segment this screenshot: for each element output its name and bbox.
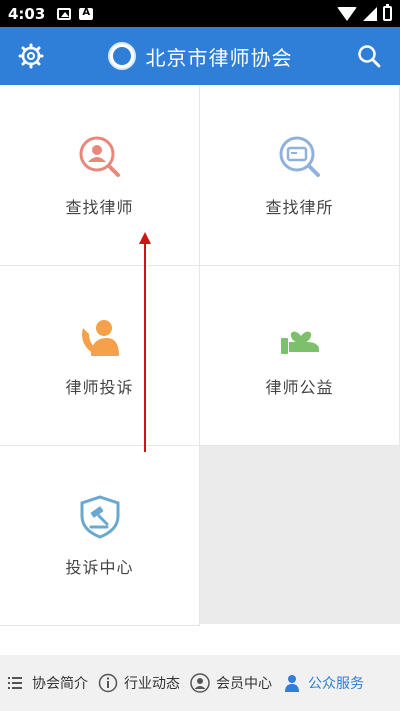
nav-item-member-center[interactable]: 会员中心 <box>190 673 272 693</box>
grid-item-label: 律师公益 <box>265 377 334 397</box>
empty-grid-cell <box>200 446 400 624</box>
status-bar: 4:03 <box>0 0 400 27</box>
status-time: 4:03 <box>8 4 46 23</box>
grid-item-find-lawyer[interactable]: 查找律师 <box>0 86 200 266</box>
nav-item-public-service[interactable]: 公众服务 <box>282 673 364 693</box>
wifi-icon <box>337 6 357 21</box>
search-icon[interactable] <box>356 43 382 69</box>
nav-item-label: 公众服务 <box>308 676 364 692</box>
signal-icon <box>363 6 377 21</box>
bottom-nav: 协会简介 行业动态 会员中心 公众服务 <box>0 655 400 711</box>
nav-item-association-intro[interactable]: 协会简介 <box>6 673 88 693</box>
firm-search-icon <box>279 136 320 177</box>
annotation-arrow-head <box>139 232 151 244</box>
list-icon <box>8 677 22 689</box>
photo-notification-icon <box>57 7 72 20</box>
header-title-group: 北京市律师协会 <box>107 42 293 71</box>
association-logo <box>107 42 136 70</box>
grid-item-find-firm[interactable]: 查找律所 <box>200 86 400 266</box>
grid-item-complaint-center[interactable]: 投诉中心 <box>0 446 200 626</box>
public-service-icon <box>285 675 299 692</box>
lawyer-search-icon <box>79 136 120 177</box>
grid-item-label: 查找律师 <box>65 197 134 217</box>
gear-icon[interactable] <box>18 43 44 69</box>
battery-icon <box>383 4 392 21</box>
page-title: 北京市律师协会 <box>145 45 293 70</box>
grid-item-lawyer-complaint[interactable]: 律师投诉 <box>0 266 200 446</box>
hand-heart-icon <box>280 331 319 354</box>
nav-item-label: 行业动态 <box>124 676 180 692</box>
phone-user-icon <box>81 319 119 356</box>
app-notification-icon <box>79 7 94 20</box>
grid-item-lawyer-pro-bono[interactable]: 律师公益 <box>200 266 400 446</box>
nav-item-label: 会员中心 <box>216 676 272 692</box>
nav-item-industry-news[interactable]: 行业动态 <box>98 673 180 693</box>
annotation-arrow-line <box>144 240 146 452</box>
grid-item-label: 查找律所 <box>265 197 334 217</box>
member-icon <box>190 673 210 693</box>
gavel-shield-icon <box>80 494 119 539</box>
nav-item-label: 协会简介 <box>32 676 88 692</box>
info-icon <box>98 673 118 693</box>
grid-item-label: 律师投诉 <box>65 377 134 397</box>
app-header: 北京市律师协会 <box>0 27 400 85</box>
grid-item-label: 投诉中心 <box>65 557 134 577</box>
service-grid: 查找律师 查找律所 律师投诉 律师公益 投诉中心 <box>0 86 400 626</box>
